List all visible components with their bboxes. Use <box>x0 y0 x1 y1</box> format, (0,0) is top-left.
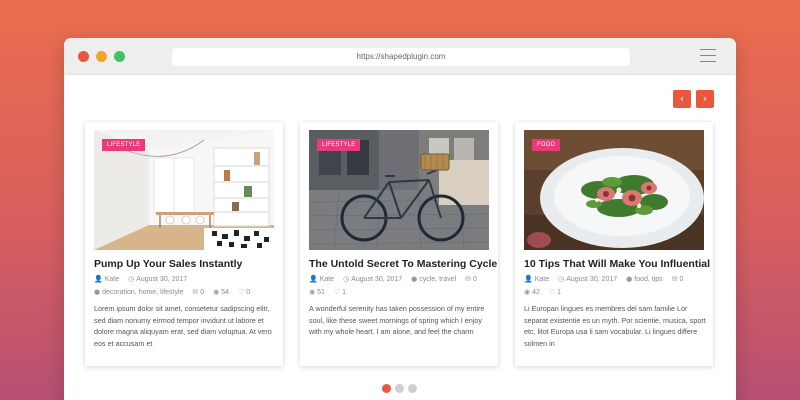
tag-icon: ● <box>94 288 101 296</box>
like-count: 1 <box>557 289 562 296</box>
post-card[interactable]: FOOD 10 Tips That Will Make You Influent… <box>515 122 713 366</box>
post-stats: ◉ 42 ♡ 1 <box>524 288 708 296</box>
comment-count: 0 <box>679 276 684 283</box>
like-count: 0 <box>246 289 251 296</box>
category-badge[interactable]: LIFESTYLE <box>102 139 146 151</box>
post-excerpt: Lorem ipsum dolor sit amet, consetetur s… <box>94 304 272 348</box>
post-author[interactable]: Kate <box>535 276 549 283</box>
view-count: 42 <box>532 289 540 296</box>
user-icon: 👤 <box>524 275 533 283</box>
user-icon: 👤 <box>94 275 103 283</box>
heart-icon[interactable]: ♡ <box>549 288 555 296</box>
like-count: 1 <box>342 289 347 296</box>
post-thumbnail-interior[interactable]: LIFESTYLE <box>94 130 274 250</box>
post-author[interactable]: Kate <box>320 276 334 283</box>
post-stats: ◉ 51 ♡ 1 <box>309 288 493 296</box>
browser-window: https://shapedplugin.com ‹ › LIFESTYLE P… <box>64 38 736 400</box>
pagination-dot-2[interactable] <box>395 384 404 393</box>
view-count: 54 <box>221 289 230 296</box>
carousel-next-button[interactable]: › <box>696 90 714 108</box>
post-author[interactable]: Kate <box>105 276 119 283</box>
clock-icon: ◷ <box>558 275 565 283</box>
heart-icon[interactable]: ♡ <box>238 288 244 296</box>
eye-icon: ◉ <box>309 288 316 296</box>
user-icon: 👤 <box>309 275 318 283</box>
clock-icon: ◷ <box>128 275 135 283</box>
browser-titlebar: https://shapedplugin.com <box>64 38 736 75</box>
tag-icon: ● <box>626 275 633 283</box>
post-title[interactable]: Pump Up Your Sales Instantly <box>94 258 278 270</box>
post-thumbnail-salad[interactable]: FOOD <box>524 130 704 250</box>
post-title[interactable]: The Untold Secret To Mastering Cycle <box>309 258 497 270</box>
post-excerpt: A wonderful serenity has taken possessio… <box>309 304 485 336</box>
pagination-dot-1[interactable] <box>382 384 391 393</box>
comment-icon: ✉ <box>192 288 199 296</box>
chevron-left-icon: ‹ <box>679 92 685 105</box>
pagination-dot-3[interactable] <box>408 384 417 393</box>
eye-icon: ◉ <box>213 288 220 296</box>
post-date: August 30, 2017 <box>566 276 618 283</box>
post-tags[interactable]: cycle, travel <box>419 276 456 283</box>
category-badge[interactable]: LIFESTYLE <box>317 139 361 151</box>
post-excerpt: Li Europan lingues es membres del sam fa… <box>524 304 706 348</box>
post-tags[interactable]: decoration, home, lifestyle <box>102 289 183 296</box>
comment-count: 0 <box>473 276 477 283</box>
category-badge[interactable]: FOOD <box>532 139 561 151</box>
post-meta: 👤 Kate ◷ August 30, 2017 <box>94 275 278 283</box>
comment-icon: ✉ <box>465 275 472 283</box>
comment-count: 0 <box>200 289 205 296</box>
carousel-prev-button[interactable]: ‹ <box>673 90 691 108</box>
post-meta: 👤 Kate ◷ August 30, 2017 ● cycle, travel ✉ 0 <box>309 275 493 283</box>
carousel-pagination <box>382 380 421 398</box>
tag-icon: ● <box>411 275 418 283</box>
address-bar[interactable]: https://shapedplugin.com <box>172 48 630 66</box>
maximize-window-icon[interactable] <box>114 51 125 62</box>
hamburger-menu-icon[interactable] <box>700 49 716 63</box>
post-thumbnail-bicycle[interactable]: LIFESTYLE <box>309 130 489 250</box>
view-count: 51 <box>317 289 325 296</box>
post-card[interactable]: LIFESTYLE Pump Up Your Sales Instantly 👤… <box>85 122 283 366</box>
post-date: August 30, 2017 <box>136 276 188 283</box>
eye-icon: ◉ <box>524 288 531 296</box>
comment-icon: ✉ <box>671 275 678 283</box>
post-card[interactable]: LIFESTYLE The Untold Secret To Mastering… <box>300 122 498 366</box>
heart-icon[interactable]: ♡ <box>334 288 340 296</box>
close-window-icon[interactable] <box>78 51 89 62</box>
minimize-window-icon[interactable] <box>96 51 107 62</box>
post-stats: ● decoration, home, lifestyle ✉ 0 ◉ 54 ♡ 0 <box>94 288 278 296</box>
clock-icon: ◷ <box>343 275 350 283</box>
chevron-right-icon: › <box>702 92 708 105</box>
post-date: August 30, 2017 <box>351 276 403 283</box>
post-title[interactable]: 10 Tips That Will Make You Influential <box>524 258 710 270</box>
post-meta: 👤 Kate ◷ August 30, 2017 ● food, tips ✉ 0 <box>524 275 708 283</box>
post-tags[interactable]: food, tips <box>634 276 662 283</box>
